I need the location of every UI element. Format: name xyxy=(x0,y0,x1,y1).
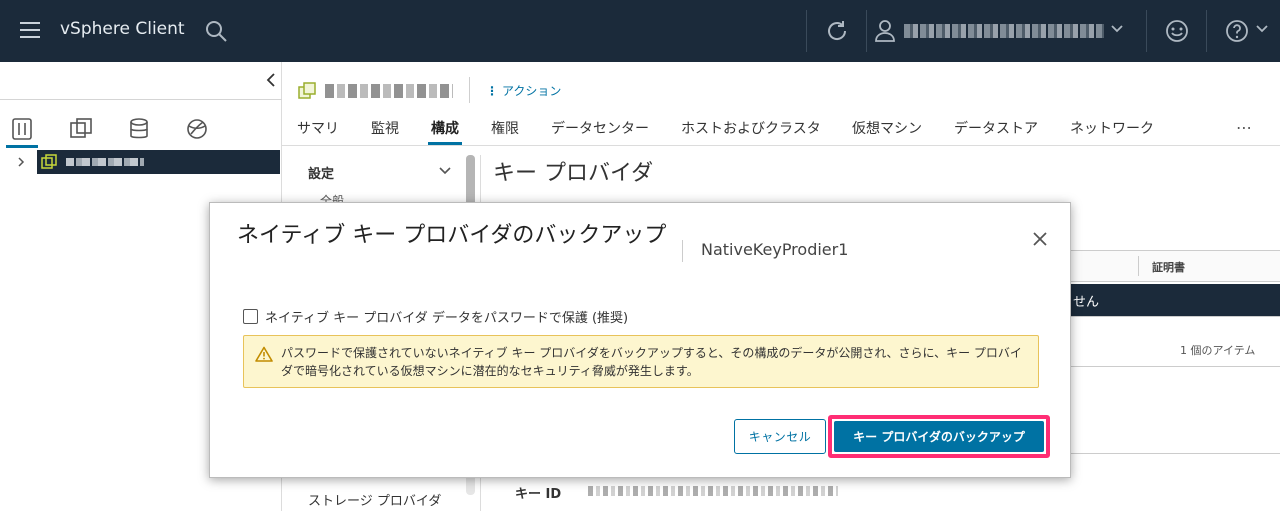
warning-icon xyxy=(255,346,273,362)
password-protect-checkbox[interactable] xyxy=(243,309,258,324)
backup-key-provider-dialog: ネイティブ キー プロバイダのバックアップ NativeKeyProdier1 … xyxy=(209,202,1071,478)
warning-text: パスワードで保護されていないネイティブ キー プロバイダをバックアップすると、そ… xyxy=(281,346,1022,378)
checkbox-label[interactable]: ネイティブ キー プロバイダ データをパスワードで保護 (推奨) xyxy=(265,307,628,326)
dialog-subtitle: NativeKeyProdier1 xyxy=(701,240,849,259)
backup-key-provider-button[interactable]: キー プロバイダのバックアップ xyxy=(834,421,1044,452)
cancel-button[interactable]: キャンセル xyxy=(734,419,826,454)
warning-alert: パスワードで保護されていないネイティブ キー プロバイダをバックアップすると、そ… xyxy=(243,335,1039,388)
dialog-title: ネイティブ キー プロバイダのバックアップ xyxy=(237,223,667,248)
password-protect-option[interactable]: ネイティブ キー プロバイダ データをパスワードで保護 (推奨) xyxy=(243,307,628,326)
divider xyxy=(682,240,683,262)
close-icon[interactable] xyxy=(1030,229,1050,249)
